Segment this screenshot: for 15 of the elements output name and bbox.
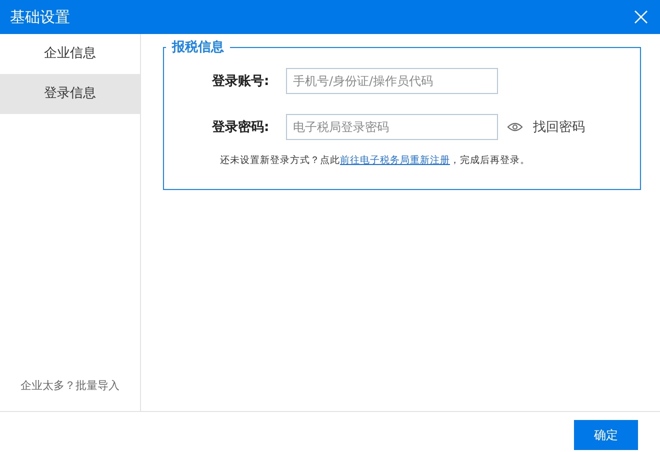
sidebar-item[interactable]: 企业信息 xyxy=(0,34,140,74)
input-field[interactable]: 电子税局登录密码 xyxy=(286,114,498,140)
input-field[interactable]: 手机号/身份证/操作员代码 xyxy=(286,68,498,94)
field-label: 登录账号: xyxy=(212,73,270,90)
batch-import-link[interactable]: 企业太多？批量导入 xyxy=(0,378,140,393)
eye-icon[interactable] xyxy=(507,122,523,132)
sidebar-item[interactable]: 登录信息 xyxy=(0,74,140,114)
field-label: 登录密码: xyxy=(212,118,270,136)
window-title: 基础设置 xyxy=(10,8,70,26)
confirm-button[interactable]: 确定 xyxy=(574,420,638,450)
recover-password-link[interactable]: 找回密码 xyxy=(533,118,585,136)
section-title: 报税信息 xyxy=(170,39,225,56)
register-link[interactable]: 前往电子税务局重新注册 xyxy=(340,155,450,166)
close-icon[interactable] xyxy=(634,10,648,24)
register-note: 还未设置新登录方式？点此前往电子税务局重新注册，完成后再登录。 xyxy=(220,154,531,167)
